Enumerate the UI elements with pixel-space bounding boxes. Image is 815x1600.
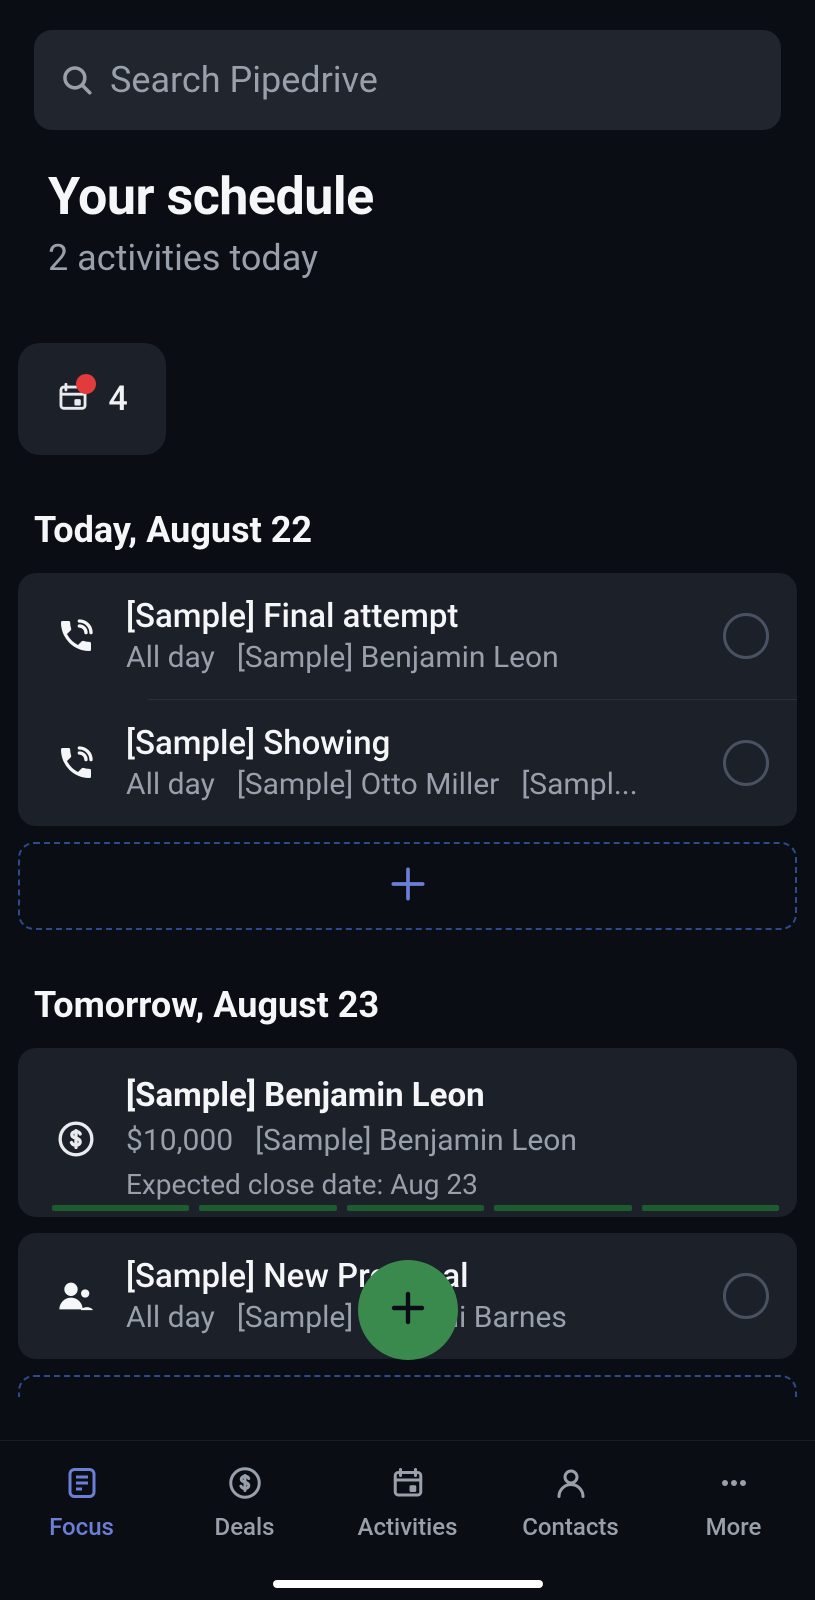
deal-meta: $10,000 [Sample] Benjamin Leon (126, 1123, 769, 1158)
tab-label: Focus (49, 1513, 114, 1541)
add-activity-button[interactable] (18, 842, 797, 930)
plus-icon (386, 862, 430, 910)
section-label-tomorrow: Tomorrow, August 23 (0, 930, 815, 1048)
tab-bar: Focus Deals Activities Contacts (0, 1440, 815, 1600)
home-indicator[interactable] (273, 1580, 543, 1588)
activity-meta: All day [Sample] Otto Miller [Sampl... (126, 767, 697, 802)
activity-row[interactable]: [Sample] Showing All day [Sample] Otto M… (18, 700, 797, 826)
focus-icon (64, 1465, 100, 1505)
activity-title: [Sample] Showing (126, 724, 697, 763)
tab-activities[interactable]: Activities (326, 1441, 489, 1564)
deal-body: [Sample] Benjamin Leon $10,000 [Sample] … (126, 1076, 769, 1201)
search-placeholder: Search Pipedrive (110, 59, 378, 101)
person-icon (553, 1465, 589, 1505)
tab-more[interactable]: More (652, 1441, 815, 1564)
activity-contact: [Sample] Otto Miller (237, 767, 500, 802)
today-activities: [Sample] Final attempt All day [Sample] … (18, 573, 797, 826)
tab-label: Activities (358, 1513, 458, 1541)
page-header: Your schedule 2 activities today (0, 130, 815, 279)
activity-title: [Sample] Final attempt (126, 597, 697, 636)
activity-time: All day (126, 767, 215, 802)
add-activity-button[interactable] (18, 1375, 797, 1397)
tab-focus[interactable]: Focus (0, 1441, 163, 1564)
search-icon (60, 63, 94, 97)
page-title: Your schedule (48, 166, 767, 227)
dollar-icon (227, 1465, 263, 1505)
deal-card[interactable]: [Sample] Benjamin Leon $10,000 [Sample] … (18, 1048, 797, 1217)
plus-icon (384, 1284, 432, 1336)
calendar-icon (56, 380, 90, 418)
page-subtitle: 2 activities today (48, 237, 767, 279)
activity-time: All day (126, 1300, 215, 1335)
activity-extra: [Sampl... (521, 767, 637, 802)
more-icon (716, 1465, 752, 1505)
deal-person: [Sample] Benjamin Leon (255, 1123, 577, 1158)
overdue-count: 4 (108, 379, 127, 419)
section-label-today: Today, August 22 (0, 455, 815, 573)
activity-body: [Sample] Showing All day [Sample] Otto M… (126, 724, 697, 802)
activity-time: All day (126, 640, 215, 675)
pipeline-progress (52, 1205, 779, 1211)
activity-contact: [Sample] Benjamin Leon (237, 640, 559, 675)
people-icon (52, 1276, 100, 1316)
tab-label: Deals (215, 1513, 275, 1541)
notification-dot (76, 374, 96, 394)
overdue-pill[interactable]: 4 (18, 343, 166, 455)
dollar-icon (52, 1119, 100, 1159)
activity-meta: All day [Sample] Benjamin Leon (126, 640, 697, 675)
tab-label: Contacts (522, 1513, 618, 1541)
fab-add-button[interactable] (358, 1260, 458, 1360)
tab-label: More (706, 1513, 762, 1541)
tab-contacts[interactable]: Contacts (489, 1441, 652, 1564)
search-container: Search Pipedrive (0, 0, 815, 130)
activity-row[interactable]: [Sample] Final attempt All day [Sample] … (18, 573, 797, 699)
search-input[interactable]: Search Pipedrive (34, 30, 781, 130)
deal-close-date: Expected close date: Aug 23 (126, 1168, 769, 1201)
phone-icon (52, 743, 100, 783)
activity-body: [Sample] Final attempt All day [Sample] … (126, 597, 697, 675)
deal-title: [Sample] Benjamin Leon (126, 1076, 769, 1115)
phone-icon (52, 616, 100, 656)
complete-checkbox[interactable] (723, 740, 769, 786)
complete-checkbox[interactable] (723, 1273, 769, 1319)
tab-deals[interactable]: Deals (163, 1441, 326, 1564)
deal-value: $10,000 (126, 1123, 233, 1158)
complete-checkbox[interactable] (723, 613, 769, 659)
calendar-icon (390, 1465, 426, 1505)
